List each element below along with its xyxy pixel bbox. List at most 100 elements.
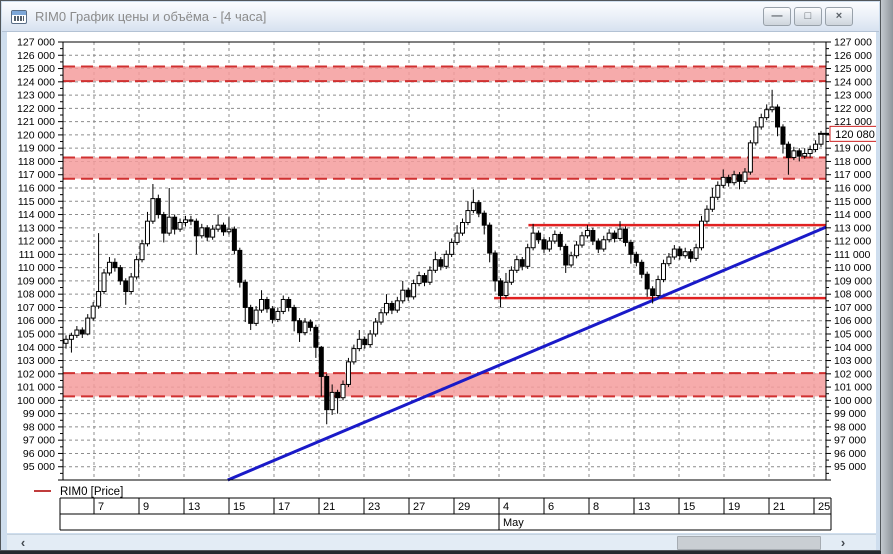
svg-text:123 000: 123 000 xyxy=(834,90,872,102)
svg-text:102 000: 102 000 xyxy=(834,368,872,380)
svg-text:121 000: 121 000 xyxy=(17,116,55,128)
svg-text:101 000: 101 000 xyxy=(17,382,55,394)
svg-text:104 000: 104 000 xyxy=(834,342,872,354)
svg-text:19: 19 xyxy=(728,501,740,513)
scroll-left-button[interactable]: ‹ xyxy=(9,536,37,550)
desktop-background: RIM0 График цены и объёма - [4 часа] — □… xyxy=(0,0,893,554)
svg-text:127 000: 127 000 xyxy=(834,37,872,49)
svg-text:27: 27 xyxy=(413,501,425,513)
svg-text:120 080: 120 080 xyxy=(835,129,875,141)
svg-text:29: 29 xyxy=(458,501,470,513)
y-axis-right-labels: 95 00096 00097 000 98 00099 000100 000101… xyxy=(834,37,872,474)
svg-text:21: 21 xyxy=(773,501,785,513)
titlebar[interactable]: RIM0 График цены и объёма - [4 часа] — □… xyxy=(2,2,879,32)
svg-text:127 000: 127 000 xyxy=(17,37,55,49)
svg-text:98 000: 98 000 xyxy=(834,421,866,433)
window-title: RIM0 График цены и объёма - [4 часа] xyxy=(35,9,267,24)
svg-text:99 000: 99 000 xyxy=(23,408,55,420)
price-chart-canvas[interactable]: 95 00096 00097 00098 00099 000100 000101… xyxy=(7,32,881,532)
svg-text:99 000: 99 000 xyxy=(834,408,866,420)
scroll-right-icon: › xyxy=(840,535,846,550)
svg-text:117 000: 117 000 xyxy=(18,169,55,181)
svg-text:111 000: 111 000 xyxy=(834,249,871,261)
svg-text:97 000: 97 000 xyxy=(834,435,866,447)
svg-text:25: 25 xyxy=(818,501,830,513)
legend-label: RIM0 [Price] xyxy=(60,486,123,498)
app-chart-icon[interactable] xyxy=(11,9,27,24)
svg-text:113 000: 113 000 xyxy=(834,222,871,234)
scroll-right-button[interactable]: › xyxy=(829,536,857,550)
window-controls: — □ × xyxy=(763,7,853,26)
legend: RIM0 [Price] xyxy=(34,486,123,498)
svg-text:100 000: 100 000 xyxy=(834,395,872,407)
y-axis-left-labels: 95 00096 00097 000 98 00099 000100 000101… xyxy=(17,37,55,474)
svg-text:13: 13 xyxy=(638,501,650,513)
icon-chart-bars xyxy=(14,15,24,21)
date-axis-table: 7 9 13 15 17 21 23 27 29 4 6 8 13 15 19 21 25 May xyxy=(59,497,832,531)
svg-text:115 000: 115 000 xyxy=(834,196,871,208)
maximize-button[interactable]: □ xyxy=(794,7,822,26)
minimize-icon: — xyxy=(771,10,783,22)
svg-text:118 000: 118 000 xyxy=(834,156,871,168)
svg-text:105 000: 105 000 xyxy=(17,329,55,341)
svg-text:May: May xyxy=(503,517,524,529)
svg-text:15: 15 xyxy=(233,501,245,513)
svg-text:108 000: 108 000 xyxy=(17,289,55,301)
svg-text:113 000: 113 000 xyxy=(18,222,55,234)
svg-text:104 000: 104 000 xyxy=(17,342,55,354)
svg-text:120 000: 120 000 xyxy=(17,129,55,141)
svg-text:108 000: 108 000 xyxy=(834,289,872,301)
svg-text:8: 8 xyxy=(593,501,599,513)
svg-text:111 000: 111 000 xyxy=(19,249,56,261)
svg-text:114 000: 114 000 xyxy=(834,209,871,221)
chart-client-area: 95 000 96 000 97 000 98 000 99 000 100 000 101… xyxy=(7,32,881,533)
svg-text:107 000: 107 000 xyxy=(17,302,55,314)
svg-text:124 000: 124 000 xyxy=(17,76,55,88)
svg-text:103 000: 103 000 xyxy=(17,355,55,367)
svg-text:100 000: 100 000 xyxy=(17,395,55,407)
svg-text:17: 17 xyxy=(278,501,290,513)
background-window-edge xyxy=(881,0,893,554)
svg-text:109 000: 109 000 xyxy=(17,275,55,287)
minimize-button[interactable]: — xyxy=(763,7,791,26)
svg-text:23: 23 xyxy=(368,501,380,513)
svg-text:96 000: 96 000 xyxy=(23,448,55,460)
svg-text:95 000: 95 000 xyxy=(23,461,55,473)
svg-text:126 000: 126 000 xyxy=(834,50,872,62)
svg-text:95 000: 95 000 xyxy=(834,461,866,473)
svg-text:115 000: 115 000 xyxy=(18,196,55,208)
svg-text:119 000: 119 000 xyxy=(18,143,55,155)
svg-text:9: 9 xyxy=(143,501,149,513)
svg-text:125 000: 125 000 xyxy=(17,63,55,75)
svg-text:122 000: 122 000 xyxy=(17,103,55,115)
svg-text:116 000: 116 000 xyxy=(834,183,871,195)
svg-text:118 000: 118 000 xyxy=(18,156,55,168)
chart-window: RIM0 График цены и объёма - [4 часа] — □… xyxy=(0,0,881,551)
svg-text:21: 21 xyxy=(323,501,335,513)
svg-text:107 000: 107 000 xyxy=(834,302,872,314)
svg-text:106 000: 106 000 xyxy=(17,315,55,327)
svg-text:114 000: 114 000 xyxy=(18,209,55,221)
svg-text:125 000: 125 000 xyxy=(834,63,872,75)
maximize-icon: □ xyxy=(804,10,812,22)
close-button[interactable]: × xyxy=(825,7,853,26)
close-icon: × xyxy=(835,10,843,22)
svg-text:110 000: 110 000 xyxy=(834,262,871,274)
icon-titlebar-stripe xyxy=(12,10,26,15)
svg-text:101 000: 101 000 xyxy=(834,382,872,394)
svg-text:112 000: 112 000 xyxy=(18,236,55,248)
svg-text:124 000: 124 000 xyxy=(834,76,872,88)
svg-text:102 000: 102 000 xyxy=(17,368,55,380)
svg-text:13: 13 xyxy=(188,501,200,513)
svg-text:15: 15 xyxy=(683,501,695,513)
svg-text:122 000: 122 000 xyxy=(834,103,872,115)
svg-text:116 000: 116 000 xyxy=(18,183,55,195)
svg-text:119 000: 119 000 xyxy=(834,143,871,155)
horizontal-scrollbar[interactable]: ‹ › xyxy=(7,534,876,550)
svg-text:123 000: 123 000 xyxy=(17,90,55,102)
scrollbar-thumb[interactable] xyxy=(677,536,821,550)
svg-text:97 000: 97 000 xyxy=(23,435,55,447)
svg-text:109 000: 109 000 xyxy=(834,275,872,287)
svg-text:7: 7 xyxy=(98,501,104,513)
svg-text:117 000: 117 000 xyxy=(834,169,871,181)
